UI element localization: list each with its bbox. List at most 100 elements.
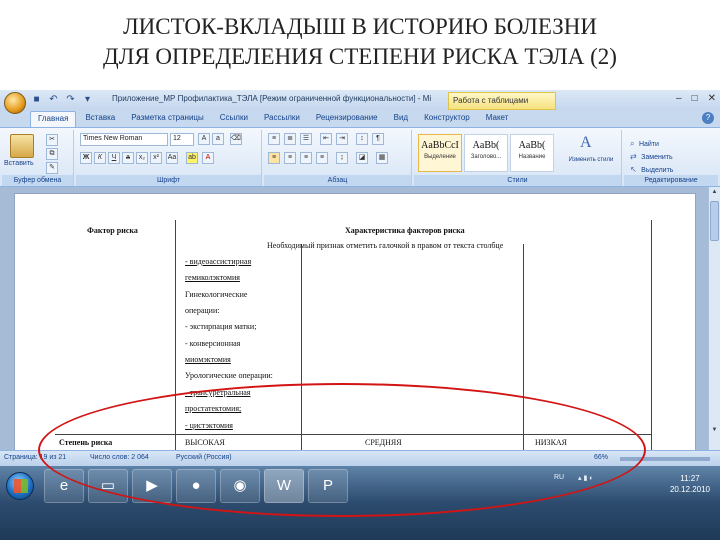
select-button[interactable]: Выделить [641,167,673,174]
redo-icon[interactable]: ↷ [64,93,77,106]
tab-mailings[interactable]: Рассылки [257,111,307,127]
firefox-icon[interactable]: ● [176,469,216,503]
tab-page-layout[interactable]: Разметка страницы [124,111,211,127]
align-center-icon[interactable]: ≡ [284,152,296,164]
table-border [523,244,524,450]
window-title: Приложение_МР Профилактика_ТЭЛА [Режим о… [112,94,432,103]
list-item: Гинекологические [185,290,248,299]
scroll-thumb[interactable] [710,201,719,241]
group-label-paragraph: Абзац [264,175,411,186]
taskbar-clock[interactable]: 11:27 20.12.2010 [670,473,710,495]
bold-icon[interactable]: Ж [80,152,92,164]
style-name: Выделение [424,154,456,160]
bullets-icon[interactable]: ≡ [268,133,280,145]
cut-icon[interactable]: ✂ [46,134,58,146]
increase-indent-icon[interactable]: ⇥ [336,133,348,145]
clear-format-icon[interactable]: ⌫ [230,133,242,145]
file-explorer-icon[interactable]: ▭ [88,469,128,503]
risk-medium: СРЕДНЯЯ [365,438,402,447]
close-button[interactable]: ✕ [708,93,716,104]
group-clipboard: Вставить ✂ ⧉ ✎ Буфер обмена [2,130,74,186]
line-spacing-icon[interactable]: ↨ [336,152,348,164]
list-item: - цистэктомия [185,421,233,430]
start-button[interactable] [6,472,34,500]
change-case-icon[interactable]: Aa [166,152,178,164]
shading-icon[interactable]: ◪ [356,152,368,164]
style-sample: AaBb( [472,140,500,151]
show-marks-icon[interactable]: ¶ [372,133,384,145]
document-page[interactable]: Фактор риска Характеристика факторов рис… [14,193,696,463]
multilevel-list-icon[interactable]: ☰ [300,133,312,145]
list-item: гемиколэктомия [185,273,240,282]
justify-icon[interactable]: ≡ [316,152,328,164]
office-button[interactable] [4,92,26,114]
format-painter-icon[interactable]: ✎ [46,162,58,174]
paste-icon[interactable] [10,134,34,158]
scroll-up-icon[interactable]: ▲ [710,189,719,199]
underline-icon[interactable]: Ч [108,152,120,164]
vertical-scrollbar[interactable]: ▲ ▼ [708,187,720,450]
align-right-icon[interactable]: ≡ [300,152,312,164]
tab-home[interactable]: Главная [30,111,77,127]
list-item: Урологические операции: [185,371,273,380]
superscript-icon[interactable]: x² [150,152,162,164]
borders-icon[interactable]: ▦ [376,152,388,164]
numbering-icon[interactable]: ≣ [284,133,296,145]
paste-button[interactable]: Вставить [4,160,34,167]
tray-language[interactable]: RU [554,474,564,481]
scroll-down-icon[interactable]: ▼ [710,427,719,437]
highlight-icon[interactable]: ab [186,152,198,164]
style-heading[interactable]: AaBb( Заголово... [464,134,508,172]
grow-font-icon[interactable]: A [198,133,210,145]
minimize-button[interactable]: – [676,93,682,104]
tab-layout[interactable]: Макет [479,111,516,127]
style-sample: AaBbCcI [421,140,459,151]
strikethrough-icon[interactable]: a [122,152,134,164]
ribbon-tabs: Главная Вставка Разметка страницы Ссылки… [30,111,515,127]
status-language[interactable]: Русский (Россия) [176,454,232,461]
header-factor: Фактор риска [87,226,138,235]
status-zoom[interactable]: 66% [594,454,608,461]
maximize-button[interactable]: □ [692,93,698,104]
style-title[interactable]: AaBb( Название [510,134,554,172]
font-color-icon[interactable]: A [202,152,214,164]
quick-access-toolbar: ■ ↶ ↷ ▾ [30,93,94,106]
media-player-icon[interactable]: ▶ [132,469,172,503]
group-styles: AaBbCcI Выделение AaBb( Заголово... AaBb… [414,130,622,186]
shrink-font-icon[interactable]: a [212,133,224,145]
font-name-select[interactable]: Times New Roman [80,133,168,146]
status-words[interactable]: Число слов: 2 064 [90,454,149,461]
subscript-icon[interactable]: x₂ [136,152,148,164]
subheader: Необходимый признак отметить галочкой в … [267,241,504,250]
tray-icons[interactable]: ▴ ▮ ◐ [578,474,593,482]
slide-title-line2: ДЛЯ ОПРЕДЕЛЕНИЯ СТЕПЕНИ РИСКА ТЭЛА (2) [103,44,617,69]
status-pages[interactable]: Страница: 19 из 21 [4,454,66,461]
italic-icon[interactable]: К [94,152,106,164]
tab-review[interactable]: Рецензирование [309,111,385,127]
group-paragraph: ≡ ≣ ☰ ⇤ ⇥ ↕ ¶ ≡ ≡ ≡ ≡ ↨ ◪ ▦ Абзац [264,130,412,186]
tab-view[interactable]: Вид [387,111,415,127]
change-styles-icon[interactable]: A [580,134,592,152]
word-taskbar-icon[interactable]: W [264,469,304,503]
save-icon[interactable]: ■ [30,93,43,106]
risk-label: Степень риска [59,438,113,447]
undo-icon[interactable]: ↶ [47,93,60,106]
style-name: Заголово... [470,154,502,160]
decrease-indent-icon[interactable]: ⇤ [320,133,332,145]
zoom-slider[interactable] [620,457,710,461]
table-border [175,220,176,450]
copy-icon[interactable]: ⧉ [46,148,58,160]
help-icon[interactable]: ? [702,112,714,124]
sort-icon[interactable]: ↕ [356,133,368,145]
internet-explorer-icon[interactable]: e [44,469,84,503]
customize-qat-icon[interactable]: ▾ [81,93,94,106]
tab-references[interactable]: Ссылки [213,111,255,127]
powerpoint-taskbar-icon[interactable]: P [308,469,348,503]
change-styles-button[interactable]: Изменить стили [564,156,618,164]
tab-insert[interactable]: Вставка [78,111,122,127]
tab-design[interactable]: Конструктор [417,111,477,127]
style-emphasis[interactable]: AaBbCcI Выделение [418,134,462,172]
align-left-icon[interactable]: ≡ [268,152,280,164]
font-size-select[interactable]: 12 [170,133,194,146]
chrome-icon[interactable]: ◉ [220,469,260,503]
